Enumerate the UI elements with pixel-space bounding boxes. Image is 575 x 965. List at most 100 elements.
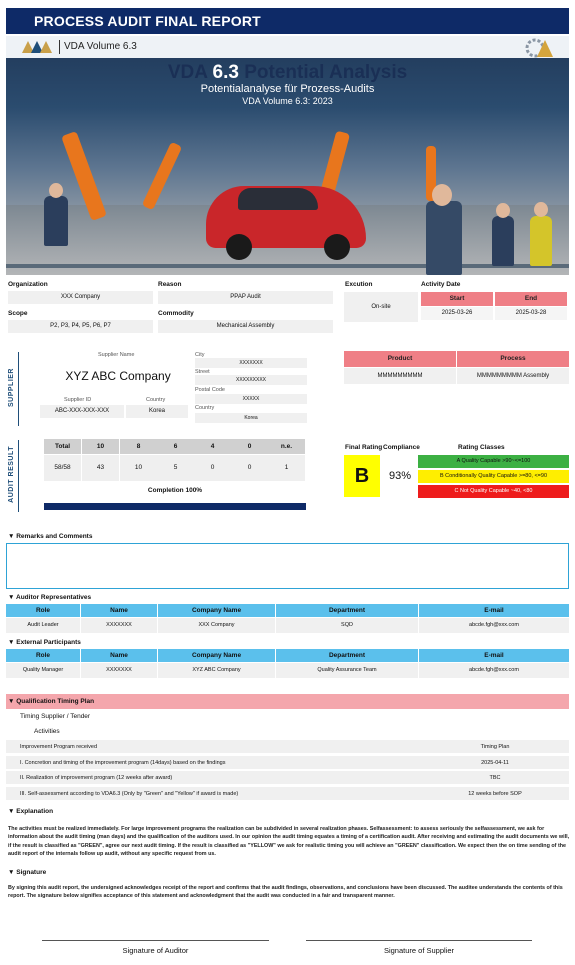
- external-cell: Quality Manager: [6, 663, 80, 678]
- audit-grid-value: 10: [120, 455, 157, 481]
- auditors-column-header: Company Name: [158, 604, 275, 617]
- audit-grid-header: 10: [82, 439, 119, 454]
- auditors-cell: Audit Leader: [6, 618, 80, 633]
- external-column-header: Role: [6, 649, 80, 662]
- car-wheel-rear: [324, 234, 350, 260]
- external-cell: XYZ ABC Company: [158, 663, 275, 678]
- street-value: XXXXXXXXX: [195, 375, 307, 385]
- signature-text: By signing this audit report, the unders…: [8, 885, 563, 900]
- city-value: XXXXXXX: [195, 358, 307, 368]
- audit-grid-value: 43: [82, 455, 119, 481]
- vda-logo-icon: [22, 41, 52, 53]
- organization-label: Organization: [8, 281, 48, 288]
- external-column-header: Department: [276, 649, 418, 662]
- completion-label: Completion 100%: [147, 487, 203, 494]
- worker-figure-4: [44, 196, 68, 246]
- auditors-column-header: Name: [81, 604, 157, 617]
- rating-classes-label: Rating Classes: [458, 444, 505, 451]
- compliance-value: 93%: [388, 470, 412, 482]
- worker-head-2: [496, 203, 510, 218]
- commodity-label: Commodity: [158, 310, 194, 317]
- timing-activity: II. Realization of improvement program (…: [20, 775, 173, 781]
- postal-label: Postal Code: [195, 387, 225, 393]
- supplier-name: XYZ ABC Company: [65, 369, 171, 383]
- scope-value: P2, P3, P4, P5, P6, P7: [8, 320, 153, 333]
- supplier-signature-label: Signature of Supplier: [383, 946, 455, 955]
- start-date: 2025-03-26: [421, 307, 493, 320]
- timing-title: ▼ Qualification Timing Plan: [8, 698, 95, 705]
- audit-grid-value: 0: [231, 455, 268, 481]
- supplier-signature-line[interactable]: [306, 940, 532, 941]
- supplier-id-value: ABC-XXX-XXX-XXX: [40, 405, 124, 418]
- organization-value: XXX Company: [8, 291, 153, 304]
- auditors-cell: XXXXXXX: [81, 618, 157, 633]
- final-rating-label: Final Rating: [345, 444, 383, 451]
- signature-title: ▼ Signature: [8, 869, 47, 876]
- conveyor-rail: [6, 264, 569, 268]
- remarks-textarea[interactable]: [6, 543, 569, 589]
- logo-separator: [59, 40, 60, 54]
- worker-head-4: [49, 183, 63, 198]
- country-value: Korea: [195, 413, 307, 423]
- auditors-column-header: Department: [276, 604, 418, 617]
- timing-value: TBC: [489, 775, 501, 781]
- timing-value: Timing Plan: [480, 744, 510, 750]
- process-value: MMMMMMMMM Assembly: [457, 368, 569, 384]
- external-cell: Quality Assurance Team: [276, 663, 418, 678]
- worker-head: [432, 184, 452, 206]
- banner-title: VDA 6.3 Potential Analysis: [167, 62, 408, 83]
- auditors-cell: SQD: [276, 618, 418, 633]
- commodity-value: Mechanical Assembly: [158, 320, 333, 333]
- report-title: PROCESS AUDIT FINAL REPORT: [6, 8, 569, 34]
- worker-head-3: [534, 202, 548, 217]
- external-column-header: Name: [81, 649, 157, 662]
- country-label: Country: [195, 405, 215, 411]
- auditors-column-header: E-mail: [419, 604, 569, 617]
- audit-grid-value: 5: [157, 455, 194, 481]
- end-date: 2025-03-28: [495, 307, 567, 320]
- product-value: MMMMMMMMM: [344, 368, 456, 384]
- remarks-title: ▼ Remarks and Comments: [8, 533, 93, 540]
- supplier-side-label: SUPPLIER: [8, 368, 15, 408]
- activity-date-label: Activity Date: [421, 281, 461, 288]
- timing-value: 2025-04-11: [481, 759, 509, 766]
- car-windshield: [238, 188, 318, 210]
- reason-value: PPAP Audit: [158, 291, 333, 304]
- completion-bar-fill: [44, 503, 306, 510]
- class-a-row: A Quality Capable >90~<=100: [418, 455, 569, 468]
- audit-grid-header: 0: [231, 439, 268, 454]
- audit-grid-header: 4: [194, 439, 231, 454]
- completion-bar-track: [44, 503, 306, 510]
- vda-volume-label: VDA Volume 6.3: [64, 41, 137, 52]
- final-rating-badge: B: [344, 455, 380, 497]
- audit-grid-header: 6: [157, 439, 194, 454]
- worker-figure-3: [530, 216, 552, 266]
- class-c-row: C Not Quality Capable ~40, <80: [418, 485, 569, 498]
- product-header: Product: [344, 351, 456, 367]
- audit-grid-header: n.e.: [268, 439, 305, 454]
- auditors-title: ▼ Auditor Representatives: [8, 594, 92, 601]
- supplier-id-label: Supplier ID: [64, 397, 92, 403]
- execution-label: Excution: [345, 281, 373, 288]
- supplier-country-label: Country: [146, 397, 166, 403]
- external-column-header: Company Name: [158, 649, 275, 662]
- auditor-signature-line[interactable]: [42, 940, 269, 941]
- class-b-row: B Conditionally Quality Capable >=80, <=…: [418, 470, 569, 483]
- auditor-signature-label: Signature of Auditor: [122, 946, 189, 955]
- timing-value: 12 weeks before SOP: [468, 790, 522, 797]
- audit-grid-value: 0: [194, 455, 231, 481]
- supplier-country-value: Korea: [126, 405, 188, 418]
- banner-edition: VDA Volume 6.3: 2023: [242, 96, 333, 106]
- auditors-cell: abcde.fgh@xxx.com: [419, 618, 569, 633]
- auditors-cell: XXX Company: [158, 618, 275, 633]
- worker-figure: [426, 201, 462, 275]
- compliance-label: Compliance: [383, 444, 420, 451]
- auditors-column-header: Role: [6, 604, 80, 617]
- explanation-text: The activities must be realized immediat…: [8, 826, 570, 858]
- execution-value: On-site: [344, 292, 418, 322]
- audit-side-label: AUDIT RESULT: [8, 446, 15, 503]
- external-column-header: E-mail: [419, 649, 569, 662]
- timing-activity: III. Self-assessment according to VDA6.3…: [20, 790, 239, 797]
- external-cell: abcde.fgh@xxx.com: [419, 663, 569, 678]
- process-header: Process: [457, 351, 569, 367]
